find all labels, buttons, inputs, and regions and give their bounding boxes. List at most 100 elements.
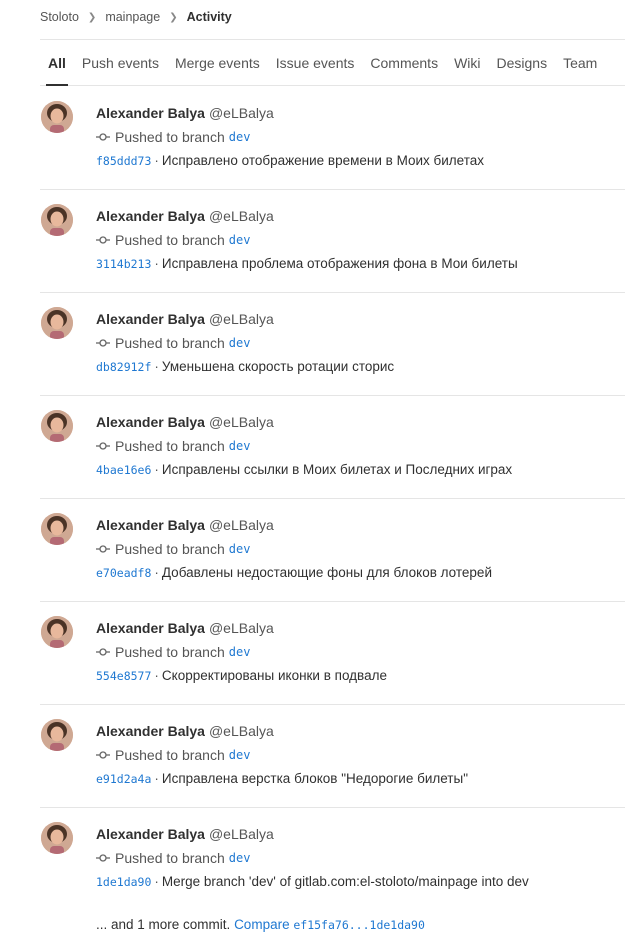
branch-link[interactable]: dev [229,336,251,350]
commit-row: db82912f · Уменьшена скорость ротации стор… [96,359,394,374]
commit-icon [96,236,110,244]
tab-1[interactable]: Push events [74,40,167,85]
action-text: Pushed to branch [115,232,225,248]
commit-icon [96,133,110,141]
event-item: Alexander Balya @eLBalya Pushed to branch… [40,87,625,190]
action-text: Pushed to branch [115,644,225,660]
commit-sha-link[interactable]: 1de1da90 [96,875,151,889]
separator-dot: · [154,359,159,374]
commit-message: Исправлены ссылки в Моих билетах и После… [161,462,513,477]
event-item: Alexander Balya @eLBalya Pushed to branch… [40,705,625,808]
tab-label: Team [563,54,598,71]
avatar[interactable] [41,513,73,545]
branch-link[interactable]: dev [229,851,251,865]
author-handle[interactable]: @eLBalya [209,105,274,121]
avatar[interactable] [41,204,73,236]
tab-3[interactable]: Issue events [268,40,363,85]
event-item: Alexander Balya @eLBalya Pushed to branch… [40,602,625,705]
compare-link[interactable]: Compare [234,917,290,932]
commit-message: Исправлено отображение времени в Моих би… [161,153,485,168]
event-item: Alexander Balya @eLBalya Pushed to branch… [40,808,625,948]
commit-sha-link[interactable]: 3114b213 [96,257,151,271]
avatar[interactable] [41,616,73,648]
breadcrumb-current: Activity [186,10,232,24]
commit-row: f85ddd73 · Исправлено отображение времени … [96,153,484,168]
tab-label: Wiki [454,54,481,71]
commit-row: e70eadf8 · Добавлены недостающие фоны для … [96,565,492,580]
user-avatar-icon [41,101,73,133]
commit-row: 3114b213 · Исправлена проблема отображения… [96,256,518,271]
event-item: Alexander Balya @eLBalya Pushed to branch… [40,499,625,602]
branch-link[interactable]: dev [229,542,251,556]
event-action: Pushed to branch dev [96,747,250,763]
more-commits-row: ... and 1 more commit. Compare ef15fa76.… [96,917,425,932]
commit-message: Скорректированы иконки в подвале [161,668,387,683]
branch-link[interactable]: dev [229,645,251,659]
avatar[interactable] [41,101,73,133]
commit-sha-link[interactable]: e70eadf8 [96,566,151,580]
separator-dot: · [154,256,159,271]
separator-dot: · [154,462,159,477]
tab-0[interactable]: All [40,40,74,86]
commit-icon [96,648,110,656]
compare-range-link[interactable]: ef15fa76...1de1da90 [293,918,425,932]
author-name[interactable]: Alexander Balya [96,620,205,636]
commit-sha-link[interactable]: 554e8577 [96,669,151,683]
commit-sha-link[interactable]: db82912f [96,360,151,374]
commit-sha-link[interactable]: 4bae16e6 [96,463,151,477]
event-item: Alexander Balya @eLBalya Pushed to branch… [40,190,625,293]
author-handle[interactable]: @eLBalya [209,414,274,430]
tab-5[interactable]: Wiki [446,40,488,85]
author-handle[interactable]: @eLBalya [209,517,274,533]
tab-6[interactable]: Designs [489,40,556,85]
event-header: Alexander Balya @eLBalya [96,723,274,739]
more-commits-text: ... and 1 more commit. [96,917,231,932]
branch-link[interactable]: dev [229,748,251,762]
event-header: Alexander Balya @eLBalya [96,311,274,327]
avatar[interactable] [41,307,73,339]
avatar[interactable] [41,719,73,751]
action-text: Pushed to branch [115,438,225,454]
branch-link[interactable]: dev [229,233,251,247]
author-handle[interactable]: @eLBalya [209,208,274,224]
commit-row: e91d2a4a · Исправлена верстка блоков "Недо… [96,771,468,786]
event-header: Alexander Balya @eLBalya [96,620,274,636]
author-handle[interactable]: @eLBalya [209,311,274,327]
author-name[interactable]: Alexander Balya [96,826,205,842]
user-avatar-icon [41,822,73,854]
author-name[interactable]: Alexander Balya [96,105,205,121]
tab-4[interactable]: Comments [362,40,446,85]
commit-icon [96,751,110,759]
commit-icon [96,854,110,862]
event-item: Alexander Balya @eLBalya Pushed to branch… [40,396,625,499]
author-name[interactable]: Alexander Balya [96,517,205,533]
breadcrumb-project-link[interactable]: mainpage [105,10,160,24]
author-name[interactable]: Alexander Balya [96,723,205,739]
author-handle[interactable]: @eLBalya [209,826,274,842]
tab-label: All [48,54,66,71]
branch-link[interactable]: dev [229,439,251,453]
commit-sha-link[interactable]: e91d2a4a [96,772,151,786]
commit-row: 554e8577 · Скорректированы иконки в подвал… [96,668,387,683]
avatar[interactable] [41,822,73,854]
event-action: Pushed to branch dev [96,335,250,351]
event-action: Pushed to branch dev [96,850,250,866]
branch-link[interactable]: dev [229,130,251,144]
author-handle[interactable]: @eLBalya [209,620,274,636]
author-handle[interactable]: @eLBalya [209,723,274,739]
author-name[interactable]: Alexander Balya [96,311,205,327]
user-avatar-icon [41,410,73,442]
action-text: Pushed to branch [115,335,225,351]
author-name[interactable]: Alexander Balya [96,414,205,430]
commit-sha-link[interactable]: f85ddd73 [96,154,151,168]
event-header: Alexander Balya @eLBalya [96,414,274,430]
commit-message: Добавлены недостающие фоны для блоков ло… [161,565,492,580]
tab-7[interactable]: Team [555,40,605,85]
action-text: Pushed to branch [115,850,225,866]
breadcrumb-group-link[interactable]: Stoloto [40,10,79,24]
author-name[interactable]: Alexander Balya [96,208,205,224]
tab-2[interactable]: Merge events [167,40,268,85]
avatar[interactable] [41,410,73,442]
tab-label: Push events [81,54,159,71]
commit-message: Уменьшена скорость ротации сторис [161,359,395,374]
